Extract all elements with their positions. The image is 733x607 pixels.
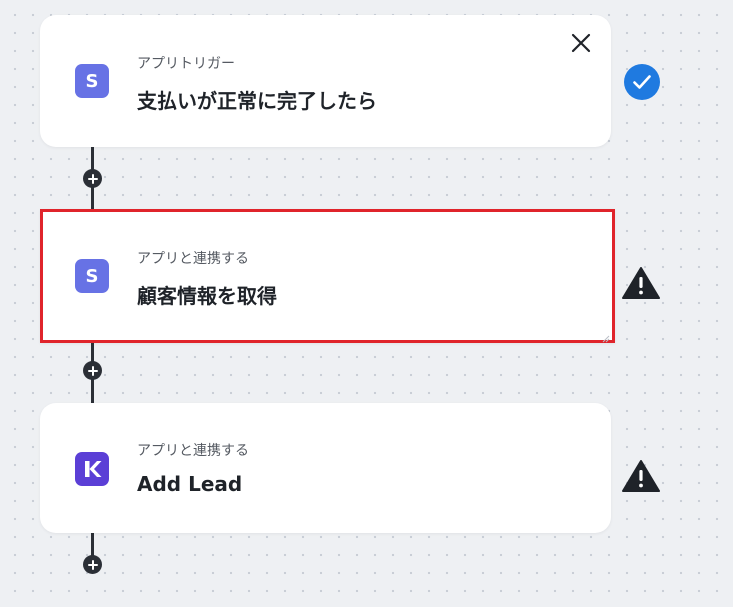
step-title: Add Lead [137,472,243,496]
step-subtitle: アプリと連携する [137,443,249,459]
step-card-get-customer[interactable]: S アプリと連携する 顧客情報を取得 [40,209,615,343]
resize-grip-icon[interactable] [600,328,610,343]
plus-icon [87,365,98,376]
check-circle-icon [624,64,660,100]
step-subtitle: アプリトリガー [137,56,235,72]
plus-icon [87,173,98,184]
step-subtitle: アプリと連携する [137,251,249,267]
step-card-trigger[interactable]: S アプリトリガー 支払いが正常に完了したら [40,15,611,147]
svg-text:S: S [86,71,99,91]
stripe-icon: S [75,259,109,293]
step-title: 顧客情報を取得 [137,284,277,308]
close-button[interactable] [569,31,593,55]
flow-canvas: S アプリトリガー 支払いが正常に完了したら S アプリと連携する 顧客情報を取… [0,0,733,607]
step-card-add-lead[interactable]: アプリと連携する Add Lead [40,403,611,533]
svg-text:S: S [86,266,99,286]
add-step-button[interactable] [83,555,102,574]
plus-icon [87,559,98,570]
close-icon [571,33,591,53]
kaleido-k-icon [75,452,109,486]
add-step-button[interactable] [83,361,102,380]
stripe-icon: S [75,64,109,98]
step-title: 支払いが正常に完了したら [137,89,377,113]
warning-triangle-icon [622,266,660,302]
add-step-button[interactable] [83,169,102,188]
warning-triangle-icon [622,459,660,495]
